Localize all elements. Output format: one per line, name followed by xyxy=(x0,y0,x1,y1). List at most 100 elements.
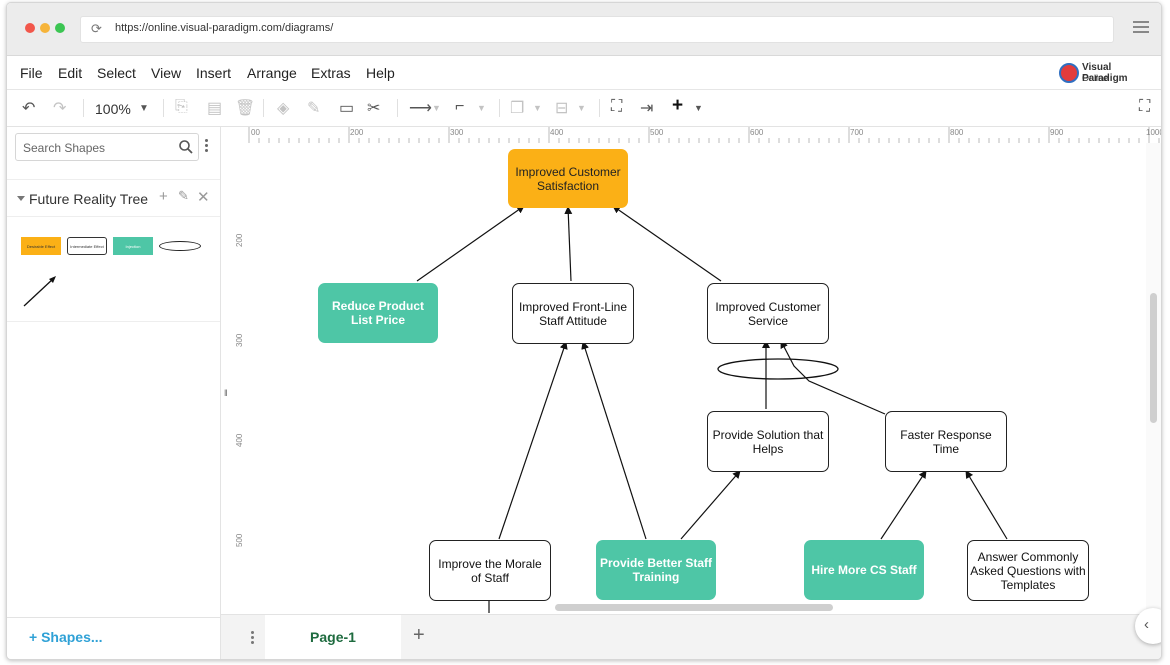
waypoint-style-icon[interactable]: ⌐ xyxy=(455,98,464,116)
ruler-label: 400 xyxy=(550,128,564,137)
connector-response-to-service[interactable] xyxy=(780,340,886,415)
horizontal-scroll-thumb[interactable] xyxy=(555,604,833,611)
node-text: Faster Response Time xyxy=(900,427,992,456)
node-reduce-product-list-price[interactable]: Reduce Product List Price xyxy=(318,283,438,343)
ruler-label: 500 xyxy=(235,533,244,547)
toolbar: ↶ ↷ 100% ▼ ⎘ ▤ 🗑 ◈ ✎ ▭ ✂ ⟶ ▼ ⌐ ▼ ❐ ▼ ⊟ ▼… xyxy=(7,90,1161,127)
search-icon[interactable] xyxy=(178,139,194,155)
node-improved-customer-service[interactable]: Improved Customer Service xyxy=(707,283,829,344)
size-icon[interactable]: ⇥ xyxy=(640,98,653,118)
connector-attitude-to-satisfaction[interactable] xyxy=(564,206,573,282)
vertical-scrollbar[interactable] xyxy=(1146,143,1161,613)
node-provide-solution-that-helps[interactable]: Provide Solution that Helps xyxy=(707,411,829,472)
waypoint-dropdown-icon[interactable]: ▼ xyxy=(477,103,486,113)
menu-file[interactable]: File xyxy=(20,65,43,81)
maximize-window-dot[interactable] xyxy=(55,23,65,33)
ruler-label: 1000 xyxy=(1146,128,1161,137)
shadow-icon[interactable]: ▭ xyxy=(339,98,354,118)
copy-icon[interactable]: ⎘ xyxy=(175,98,188,116)
address-bar[interactable]: ⟳ https://online.visual-paradigm.com/dia… xyxy=(80,16,1114,43)
add-library-shape-icon[interactable]: + xyxy=(159,188,168,205)
align-icon[interactable]: ⊟ xyxy=(555,98,568,118)
add-dropdown-icon[interactable]: ▼ xyxy=(694,103,703,113)
connector-templates-to-response[interactable] xyxy=(965,470,1008,540)
node-improved-front-line-staff-attitude[interactable]: Improved Front-Line Staff Attitude xyxy=(512,283,634,344)
undo-icon[interactable]: ↶ xyxy=(22,98,35,118)
thumb-label: Injection xyxy=(125,243,141,249)
fit-page-icon[interactable]: ⛶ xyxy=(611,98,622,116)
vp-logo-icon xyxy=(1059,63,1079,83)
and-ellipse[interactable] xyxy=(717,358,839,380)
line-color-icon[interactable]: ✎ xyxy=(307,98,320,118)
paste-icon[interactable]: ▤ xyxy=(207,98,222,118)
panel-resize-handle[interactable]: ‖ xyxy=(224,388,228,398)
node-hire-more-cs-staff[interactable]: Hire More CS Staff xyxy=(804,540,924,600)
connector-service-to-satisfaction[interactable] xyxy=(612,205,722,282)
align-dropdown-icon[interactable]: ▼ xyxy=(577,103,586,113)
brand-sub: Online xyxy=(1082,73,1109,83)
redo-icon[interactable]: ↷ xyxy=(53,98,66,118)
connector-hire-to-response[interactable] xyxy=(880,470,927,540)
search-options-icon[interactable] xyxy=(205,139,209,154)
menu-help[interactable]: Help xyxy=(366,65,395,81)
thumb-label: Intermediate Effect xyxy=(70,243,104,249)
node-provide-better-staff-training[interactable]: Provide Better Staff Training xyxy=(596,540,716,600)
shape-injection[interactable]: Injection xyxy=(113,237,153,255)
fullscreen-icon[interactable]: ⛶ xyxy=(1139,98,1150,116)
order-dropdown-icon[interactable]: ▼ xyxy=(533,103,542,113)
connector-morale-to-attitude[interactable] xyxy=(498,341,568,540)
format-painter-icon[interactable]: ✂ xyxy=(367,98,380,118)
page-options-icon[interactable] xyxy=(251,631,254,646)
close-window-dot[interactable] xyxy=(25,23,35,33)
menu-arrange[interactable]: Arrange xyxy=(247,65,297,81)
node-faster-response-time[interactable]: Faster Response Time xyxy=(885,411,1007,472)
visual-paradigm-logo: Visual Paradigm Online xyxy=(1057,61,1155,85)
page-tab-1[interactable]: Page-1 xyxy=(265,615,401,659)
connector-training-to-solution[interactable] xyxy=(680,470,741,540)
ruler-label: 900 xyxy=(1050,128,1064,137)
menu-extras[interactable]: Extras xyxy=(311,65,351,81)
vertical-scroll-thumb[interactable] xyxy=(1150,293,1157,423)
reload-icon[interactable]: ⟳ xyxy=(91,21,102,37)
node-answer-commonly-asked-questions[interactable]: Answer Commonly Asked Questions with Tem… xyxy=(967,540,1089,601)
menu-insert[interactable]: Insert xyxy=(196,65,231,81)
ruler-label: 700 xyxy=(850,128,864,137)
browser-titlebar: ⟳ https://online.visual-paradigm.com/dia… xyxy=(7,3,1161,56)
close-library-icon[interactable]: ✕ xyxy=(197,188,210,206)
shape-arrow[interactable] xyxy=(21,273,61,309)
connector-dropdown-icon[interactable]: ▼ xyxy=(432,103,441,113)
browser-menu-icon[interactable] xyxy=(1133,21,1149,36)
collapse-arrow-icon[interactable] xyxy=(17,196,25,201)
zoom-dropdown-icon[interactable]: ▼ xyxy=(139,103,149,114)
edit-library-icon[interactable]: ✎ xyxy=(178,188,189,204)
node-text: Improve the Morale of Staff xyxy=(438,556,542,585)
delete-icon[interactable]: 🗑 xyxy=(235,98,255,118)
diagram-page[interactable]: Improved Customer Satisfaction Reduce Pr… xyxy=(249,143,1146,613)
search-shapes-input[interactable]: Search Shapes xyxy=(15,133,199,161)
add-icon[interactable]: + xyxy=(672,95,683,117)
node-improved-customer-satisfaction[interactable]: Improved Customer Satisfaction xyxy=(508,149,628,208)
connector-training-to-attitude[interactable] xyxy=(581,341,647,540)
node-improve-the-morale-of-staff[interactable]: Improve the Morale of Staff xyxy=(429,540,551,601)
menu-view[interactable]: View xyxy=(151,65,181,81)
shape-desirable-effect[interactable]: Desirable Effect xyxy=(21,237,61,255)
library-header[interactable]: Future Reality Tree + ✎ ✕ xyxy=(7,179,220,217)
browser-window: ⟳ https://online.visual-paradigm.com/dia… xyxy=(6,2,1162,660)
fill-color-icon[interactable]: ◈ xyxy=(277,98,289,118)
vertical-ruler: 200 300 400 500 xyxy=(233,143,250,613)
menu-edit[interactable]: Edit xyxy=(58,65,82,81)
minimize-window-dot[interactable] xyxy=(40,23,50,33)
library-name: Future Reality Tree xyxy=(29,191,149,207)
shape-panel: Search Shapes Future Reality Tree + ✎ ✕ … xyxy=(7,127,221,659)
horizontal-ruler: 00 200 300 400 500 600 700 800 900 1000 xyxy=(233,127,1161,144)
node-text: Answer Commonly Asked Questions with Tem… xyxy=(970,549,1086,592)
zoom-level[interactable]: 100% xyxy=(95,101,131,117)
shape-intermediate-effect[interactable]: Intermediate Effect xyxy=(67,237,107,255)
menu-select[interactable]: Select xyxy=(97,65,136,81)
connector-style-icon[interactable]: ⟶ xyxy=(409,98,432,118)
arrange-order-icon[interactable]: ❐ xyxy=(510,98,524,118)
more-shapes-link[interactable]: + Shapes... xyxy=(29,629,103,645)
add-page-icon[interactable]: + xyxy=(413,624,425,647)
connector-price-to-satisfaction[interactable] xyxy=(416,205,525,282)
shape-ellipse[interactable] xyxy=(159,241,201,251)
